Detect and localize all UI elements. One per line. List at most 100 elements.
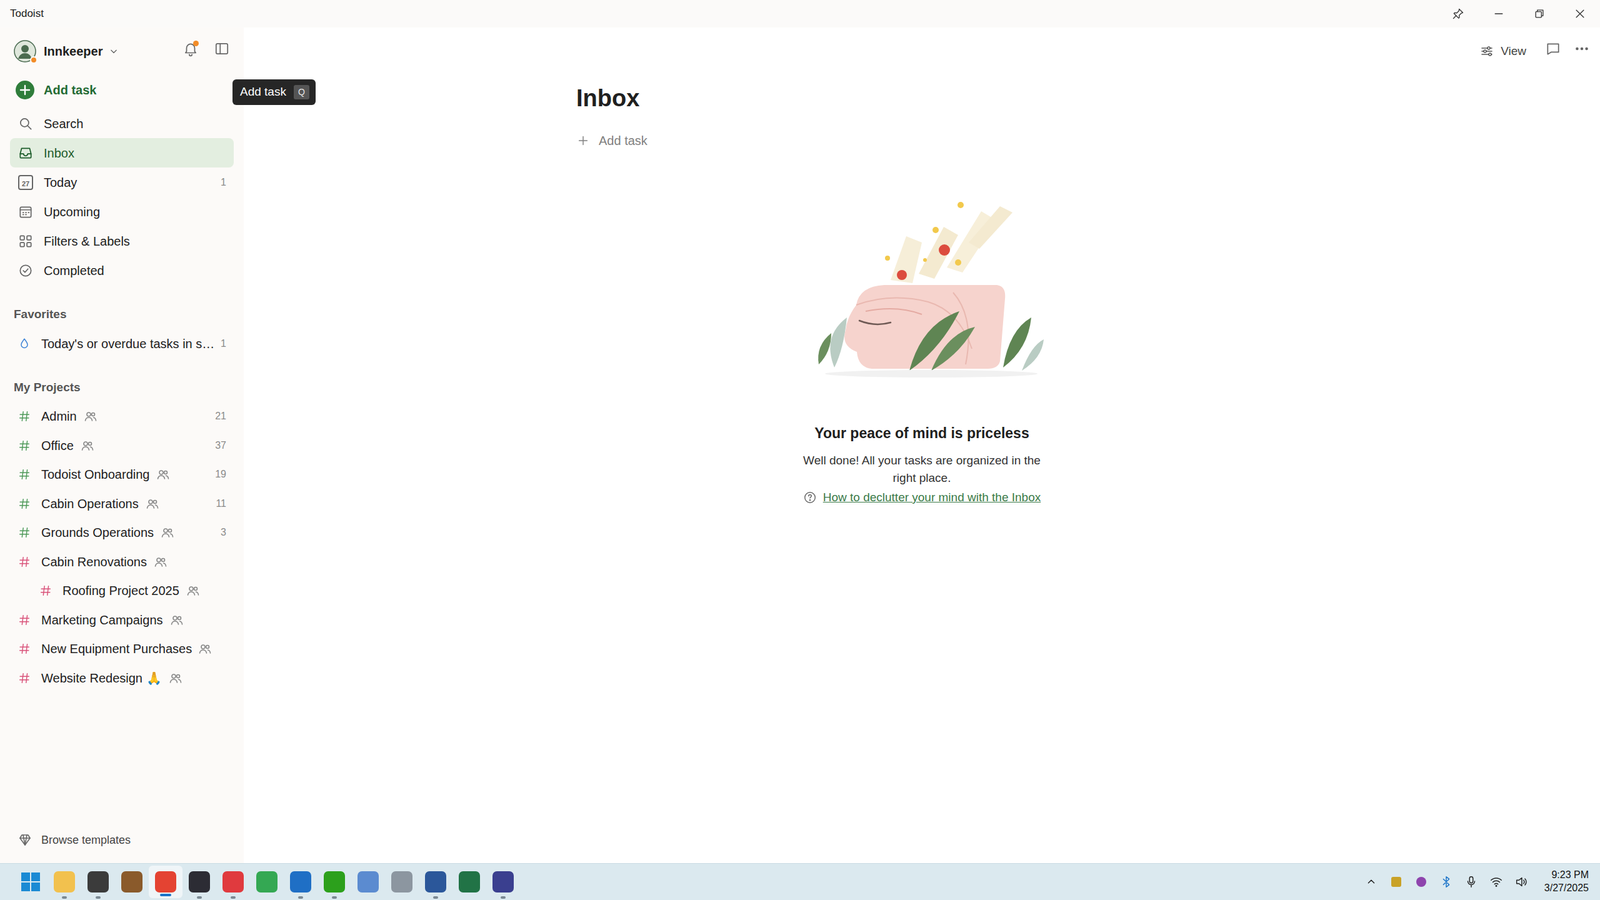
user-name: Innkeeper: [43, 41, 103, 61]
sidebar-item[interactable]: Completed: [10, 255, 234, 285]
favorite-item[interactable]: Today's or overdue tasks in s…1: [10, 328, 234, 359]
taskbar-app[interactable]: [216, 863, 250, 900]
shared-icon: [197, 641, 213, 657]
task-count: 3: [216, 525, 227, 540]
taskbar-app[interactable]: [115, 863, 149, 900]
inline-add-task-button[interactable]: Add task: [576, 126, 1268, 155]
wifi-icon[interactable]: [1489, 875, 1504, 889]
project-item[interactable]: Website Redesign 🙏: [10, 663, 234, 694]
tray-app-icon[interactable]: [1414, 875, 1429, 889]
clock[interactable]: 9:23 PM3/27/2025: [1544, 868, 1592, 895]
comments-button[interactable]: [1545, 40, 1562, 62]
taskbar-app[interactable]: [81, 863, 115, 900]
sidebar-item-label: Today: [43, 173, 77, 192]
shared-icon: [155, 466, 171, 482]
hash-icon: [17, 555, 32, 569]
taskbar-app[interactable]: [283, 863, 318, 900]
hash-icon: [17, 496, 32, 511]
main-header: View: [243, 27, 1600, 75]
bluetooth-icon[interactable]: [1439, 875, 1454, 889]
app-icon: [155, 871, 177, 893]
view-button[interactable]: View: [1473, 38, 1533, 65]
sidebar-item[interactable]: Search: [10, 108, 234, 139]
task-count: 19: [211, 466, 227, 482]
sidebar-item[interactable]: Upcoming: [10, 196, 234, 227]
projects-header[interactable]: My Projects: [10, 373, 234, 402]
close-button[interactable]: [1559, 0, 1600, 28]
taskbar-app[interactable]: [418, 863, 453, 900]
sidebar: InnkeeperAdd taskSearchInbox27Today1Upco…: [0, 27, 244, 864]
template-icon: [17, 832, 33, 848]
tooltip-label: Add task: [240, 83, 287, 102]
add-task-label: Add task: [43, 80, 97, 100]
completed-icon: [17, 262, 34, 279]
project-item[interactable]: Todoist Onboarding19: [10, 460, 234, 490]
project-label: Cabin Operations: [41, 494, 139, 514]
favorites-header[interactable]: Favorites: [10, 300, 234, 329]
tray-app-icon[interactable]: [1389, 875, 1404, 889]
taskbar-app[interactable]: [182, 863, 217, 900]
sidebar-item[interactable]: Inbox: [10, 138, 234, 168]
clock-date: 3/27/2025: [1544, 881, 1589, 895]
taskbar-app[interactable]: [486, 863, 520, 900]
sidebar-item[interactable]: Filters & Labels: [10, 226, 234, 256]
help-link-label: How to declutter your mind with the Inbo…: [823, 488, 1042, 507]
minimize-button[interactable]: [1478, 0, 1519, 28]
sidebar-item[interactable]: 27Today1: [10, 167, 234, 197]
sidebar-toggle-button[interactable]: [213, 40, 230, 62]
project-item[interactable]: Grounds Operations 3: [10, 518, 234, 548]
user-menu[interactable]: Innkeeper: [13, 40, 178, 63]
pin-button[interactable]: [1437, 0, 1479, 28]
app-window: TodoistInnkeeperAdd taskSearchInbox27Tod…: [0, 0, 1600, 900]
taskbar-app[interactable]: [317, 863, 352, 900]
comment-icon: [1545, 40, 1562, 57]
page-title: Inbox: [576, 80, 1268, 118]
project-label: New Equipment Purchases: [41, 639, 192, 659]
project-label: Grounds Operations: [41, 523, 154, 542]
project-label: Cabin Renovations: [41, 552, 147, 572]
project-item[interactable]: New Equipment Purchases: [10, 634, 234, 664]
notifications-button[interactable]: [182, 40, 199, 62]
project-label: Roofing Project 2025: [62, 581, 180, 600]
shared-icon: [80, 438, 95, 454]
view-label: View: [1500, 42, 1527, 61]
start-button[interactable]: [13, 863, 48, 900]
browse-templates-button[interactable]: Browse templates: [10, 825, 234, 855]
more-button[interactable]: [1573, 40, 1590, 62]
taskbar-app[interactable]: [47, 863, 82, 900]
add-task-button[interactable]: Add task: [10, 75, 234, 105]
sidebar-item-label: Inbox: [43, 143, 75, 163]
empty-illustration: [576, 198, 1268, 380]
taskbar-app[interactable]: [385, 863, 419, 900]
restore-button[interactable]: [1518, 0, 1560, 28]
main-panel: ViewInboxAdd taskYour peace of mind is p…: [243, 27, 1600, 864]
app-icon: [87, 871, 109, 893]
taskbar-app[interactable]: [351, 863, 385, 900]
project-item[interactable]: Marketing Campaigns: [10, 605, 234, 635]
question-icon: [803, 490, 817, 505]
microphone-icon[interactable]: [1464, 875, 1479, 889]
project-item[interactable]: Office37: [10, 431, 234, 461]
unread-dot: [193, 40, 199, 47]
empty-text: Well done! All your tasks are organized …: [790, 451, 1054, 488]
add-circle-icon: [15, 80, 35, 100]
calendar-icon: 27: [17, 174, 34, 191]
hash-icon: [17, 467, 32, 482]
project-item[interactable]: Cabin Operations11: [10, 489, 234, 519]
shared-icon: [160, 525, 175, 540]
hash-icon: [17, 409, 32, 424]
avatar-icon[interactable]: [13, 40, 37, 63]
show-hidden-icon[interactable]: [1364, 875, 1379, 889]
taskbar-app[interactable]: [452, 863, 487, 900]
shared-icon: [153, 554, 169, 570]
project-item[interactable]: Admin21: [10, 401, 234, 432]
taskbar-app[interactable]: [148, 865, 183, 899]
task-count: 21: [211, 408, 227, 424]
close-icon: [1573, 7, 1587, 20]
volume-icon[interactable]: [1514, 875, 1529, 889]
help-link[interactable]: How to declutter your mind with the Inbo…: [803, 488, 1042, 507]
project-item[interactable]: Roofing Project 2025: [10, 576, 234, 606]
project-item[interactable]: Cabin Renovations: [10, 547, 234, 577]
taskbar-app[interactable]: [250, 863, 284, 900]
running-indicator: [95, 896, 101, 899]
